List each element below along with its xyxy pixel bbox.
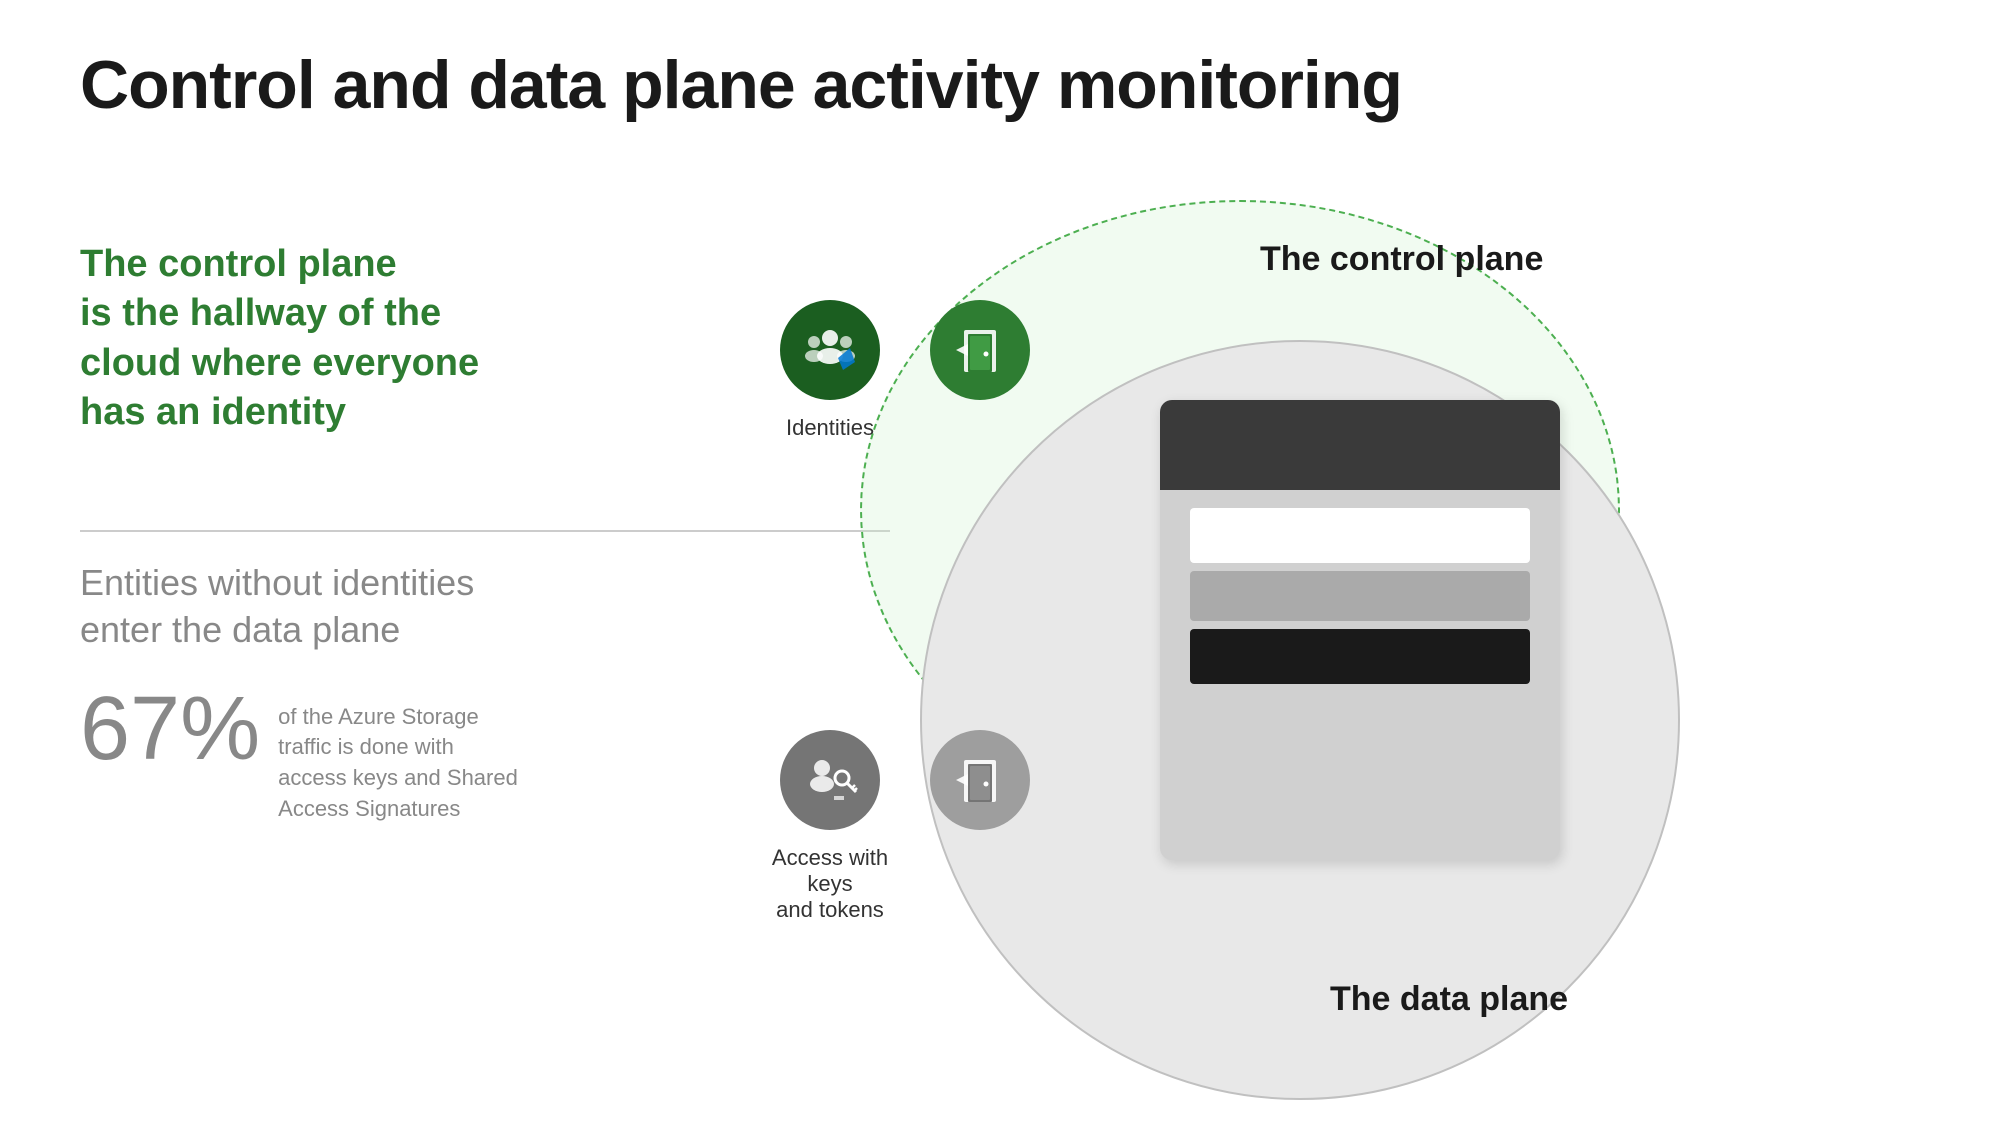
card-dark-bar — [1190, 629, 1530, 684]
door-icon-gray — [950, 750, 1010, 810]
left-panel: The control plane is the hallway of the … — [80, 240, 620, 438]
control-plane-label: The control plane — [1260, 240, 1543, 279]
diagram: The control plane The data plane Identit… — [700, 200, 1920, 920]
bottom-left-panel: Entities without identities enter the da… — [80, 560, 620, 825]
identities-icon-circle — [780, 300, 880, 400]
data-door-icon-circle — [930, 730, 1030, 830]
access-keys-label: Access with keys and tokens — [750, 845, 910, 923]
keys-icon — [800, 750, 860, 810]
access-keys-icon-circle — [780, 730, 880, 830]
people-icon — [800, 320, 860, 380]
control-door-icon-circle — [930, 300, 1030, 400]
card-mid-bar — [1190, 571, 1530, 621]
stat-number: 67% — [80, 684, 260, 774]
page-title: Control and data plane activity monitori… — [80, 48, 1402, 123]
identities-label: Identities — [765, 415, 895, 441]
card-top-bar — [1160, 400, 1560, 490]
door-icon-green — [950, 320, 1010, 380]
green-heading: The control plane is the hallway of the … — [80, 240, 620, 438]
server-card — [1160, 400, 1560, 860]
stat-description: of the Azure Storage traffic is done wit… — [278, 684, 518, 825]
data-plane-label: The data plane — [1330, 980, 1568, 1019]
entities-text: Entities without identities enter the da… — [80, 560, 620, 654]
stat-row: 67% of the Azure Storage traffic is done… — [80, 684, 620, 825]
card-white-bar — [1190, 508, 1530, 563]
